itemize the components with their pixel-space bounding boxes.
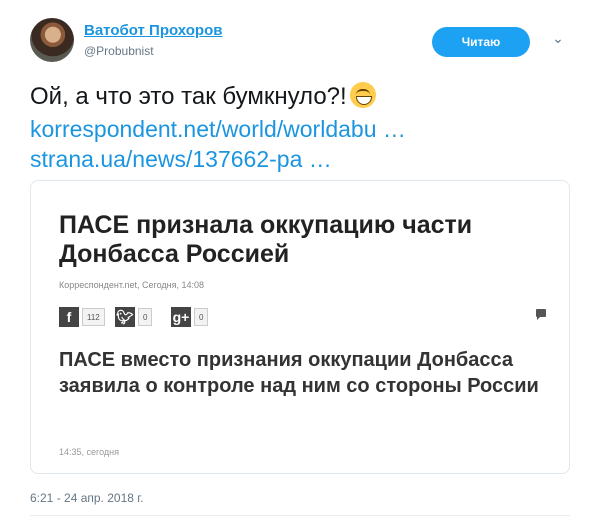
comment-icon[interactable] <box>536 309 546 320</box>
facebook-count: 112 <box>82 308 105 326</box>
avatar[interactable] <box>30 18 74 62</box>
tweet-text-body: Ой, а что это так бумкнуло?! <box>30 83 347 110</box>
google-plus-icon: g+ <box>171 307 191 327</box>
card-headline: ПАСЕ признала оккупацию части Донбасса Р… <box>59 211 473 268</box>
follow-button[interactable]: Читаю <box>432 27 530 57</box>
gplus-share[interactable]: g+ 0 <box>171 307 209 327</box>
author-name[interactable]: Ватобот Прохоров <box>84 22 222 39</box>
link-korrespondent[interactable]: korrespondent.net/world/worldabu … <box>30 116 406 143</box>
link-preview-card[interactable]: ПАСЕ признала оккупацию части Донбасса Р… <box>30 180 570 474</box>
gplus-count: 0 <box>194 308 209 326</box>
author-handle[interactable]: @Probubnist <box>84 44 154 58</box>
card-meta: Корреспондент.net, Сегодня, 14:08 <box>59 280 204 290</box>
grinning-face-icon <box>349 82 376 108</box>
twitter-share[interactable]: 🐦︎ 0 <box>115 307 153 327</box>
twitter-count: 0 <box>138 308 153 326</box>
chevron-down-icon[interactable]: ⌄ <box>550 30 566 46</box>
card-time: 14:35, сегодня <box>59 447 120 457</box>
facebook-icon: f <box>59 307 79 327</box>
card-lead: ПАСЕ вместо признания оккупации Донбасса… <box>59 349 539 397</box>
tweet-timestamp[interactable]: 6:21 - 24 апр. 2018 г. <box>30 491 144 505</box>
link-strana[interactable]: strana.ua/news/137662-pa … <box>30 146 332 173</box>
tweet-text: Ой, а что это так бумкнуло?! <box>30 82 376 112</box>
divider <box>30 515 570 516</box>
facebook-share[interactable]: f 112 <box>59 307 105 327</box>
twitter-bird-icon: 🐦︎ <box>115 307 135 327</box>
